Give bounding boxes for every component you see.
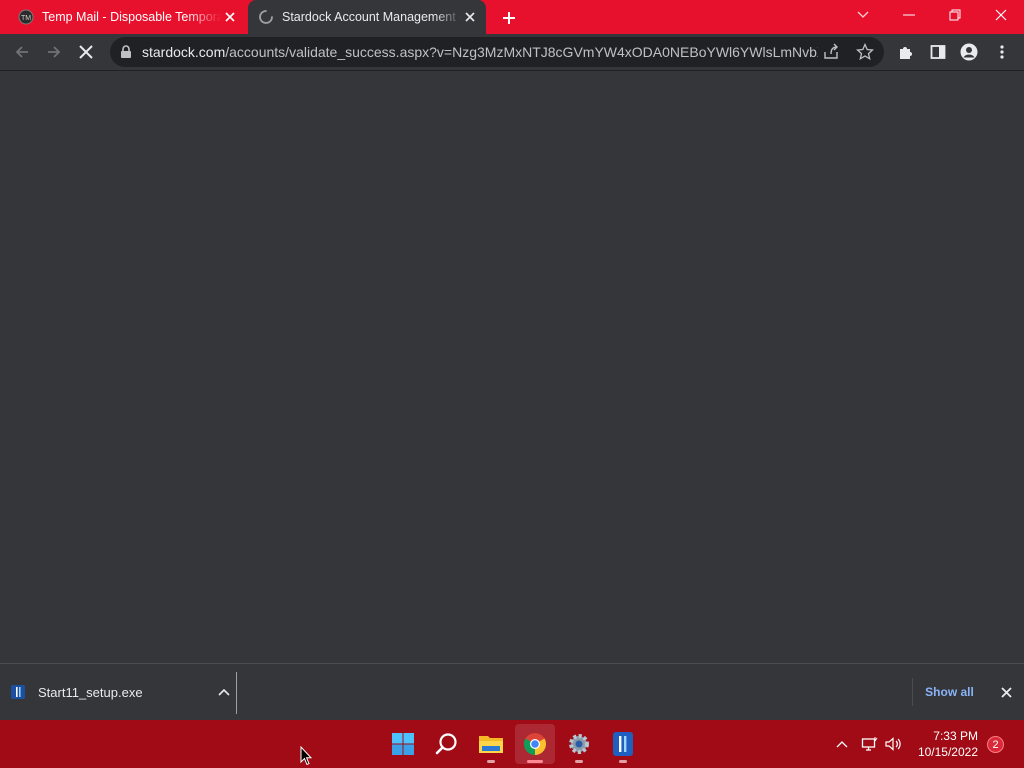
back-button[interactable] bbox=[8, 38, 36, 66]
bookmark-button[interactable] bbox=[855, 42, 876, 61]
page-content bbox=[0, 70, 1024, 663]
lock-icon bbox=[121, 45, 131, 58]
browser-toolbar: stardock.com/accounts/validate_success.a… bbox=[0, 34, 1024, 70]
extensions-button[interactable] bbox=[892, 38, 920, 66]
side-panel-button[interactable] bbox=[924, 38, 952, 66]
settings-taskbar-button[interactable] bbox=[559, 724, 599, 764]
arrow-left-icon bbox=[15, 46, 28, 58]
download-item[interactable]: Start11_setup.exe bbox=[10, 676, 230, 708]
star-icon bbox=[855, 42, 875, 61]
url-text: stardock.com/accounts/validate_success.a… bbox=[142, 44, 818, 60]
profile-icon bbox=[960, 43, 978, 61]
close-tab-icon[interactable] bbox=[462, 9, 478, 25]
minimize-icon bbox=[903, 14, 915, 16]
tab-title: Temp Mail - Disposable Temporary Email bbox=[42, 10, 222, 24]
close-tab-icon[interactable] bbox=[222, 9, 238, 25]
running-indicator bbox=[487, 760, 495, 763]
chrome-taskbar-button[interactable] bbox=[515, 724, 555, 764]
tempmail-favicon: TM bbox=[18, 9, 34, 25]
tab-stardock-account[interactable]: Stardock Account Management - Validate bbox=[248, 0, 486, 34]
more-vertical-icon bbox=[1000, 45, 1004, 59]
tab-strip: TM Temp Mail - Disposable Temporary Emai… bbox=[0, 0, 1024, 34]
start11-file-icon bbox=[11, 685, 25, 699]
settings-gear-icon bbox=[569, 734, 589, 754]
download-shelf: Start11_setup.exe Show all bbox=[0, 663, 1024, 720]
restore-icon bbox=[949, 9, 961, 21]
clock-time[interactable]: 7:33 PM bbox=[916, 729, 978, 744]
search-button[interactable] bbox=[427, 724, 467, 764]
download-file-name: Start11_setup.exe bbox=[38, 684, 143, 700]
running-indicator bbox=[619, 760, 627, 763]
start11-taskbar-button[interactable] bbox=[603, 724, 643, 764]
stop-loading-button[interactable] bbox=[72, 38, 100, 66]
windows-start-icon bbox=[392, 733, 414, 755]
forward-button[interactable] bbox=[40, 38, 68, 66]
file-explorer-icon bbox=[479, 736, 503, 753]
close-window-button[interactable] bbox=[978, 0, 1024, 30]
search-icon bbox=[435, 733, 457, 755]
chevron-down-icon bbox=[857, 11, 869, 18]
svg-text:TM: TM bbox=[21, 15, 31, 22]
close-icon bbox=[995, 9, 1007, 21]
tab-title: Stardock Account Management - Validate bbox=[282, 10, 462, 24]
tab-search-button[interactable] bbox=[840, 0, 886, 30]
loading-spinner-icon bbox=[259, 10, 273, 24]
share-button[interactable] bbox=[822, 43, 842, 61]
show-all-button[interactable]: Show all bbox=[912, 678, 986, 706]
chevron-up-icon[interactable] bbox=[218, 688, 230, 696]
show-hidden-icons-button[interactable] bbox=[832, 734, 852, 754]
url-path: /accounts/validate_success.aspx?v=Nzg3Mz… bbox=[225, 44, 818, 60]
start11-icon bbox=[613, 732, 633, 756]
puzzle-icon bbox=[900, 47, 912, 59]
network-icon bbox=[861, 737, 878, 751]
running-indicator bbox=[575, 760, 583, 763]
close-icon bbox=[1000, 686, 1012, 698]
mouse-cursor-icon bbox=[300, 746, 312, 766]
network-button[interactable] bbox=[860, 734, 880, 754]
chrome-icon bbox=[524, 733, 546, 755]
restore-button[interactable] bbox=[932, 0, 978, 30]
windows-start-button[interactable] bbox=[383, 724, 423, 764]
address-bar[interactable]: stardock.com/accounts/validate_success.a… bbox=[110, 37, 884, 67]
chevron-up-icon bbox=[836, 741, 848, 748]
clock-date[interactable]: 10/15/2022 bbox=[910, 745, 978, 760]
notification-badge[interactable]: 2 bbox=[987, 736, 1004, 753]
tab-temp-mail[interactable]: TM Temp Mail - Disposable Temporary Emai… bbox=[8, 0, 246, 34]
divider bbox=[236, 672, 237, 714]
minimize-button[interactable] bbox=[886, 0, 932, 30]
share-icon bbox=[824, 43, 838, 59]
close-shelf-button[interactable] bbox=[996, 682, 1016, 702]
profile-button[interactable] bbox=[955, 38, 983, 66]
url-host: stardock.com bbox=[142, 44, 226, 60]
file-explorer-button[interactable] bbox=[471, 724, 511, 764]
volume-button[interactable] bbox=[884, 734, 904, 754]
side-panel-icon bbox=[930, 45, 946, 59]
new-tab-button[interactable] bbox=[498, 7, 520, 29]
arrow-right-icon bbox=[48, 46, 61, 58]
plus-icon bbox=[503, 12, 515, 24]
stop-icon bbox=[79, 45, 93, 59]
menu-button[interactable] bbox=[988, 38, 1016, 66]
active-indicator bbox=[527, 760, 543, 763]
speaker-icon bbox=[885, 737, 901, 751]
